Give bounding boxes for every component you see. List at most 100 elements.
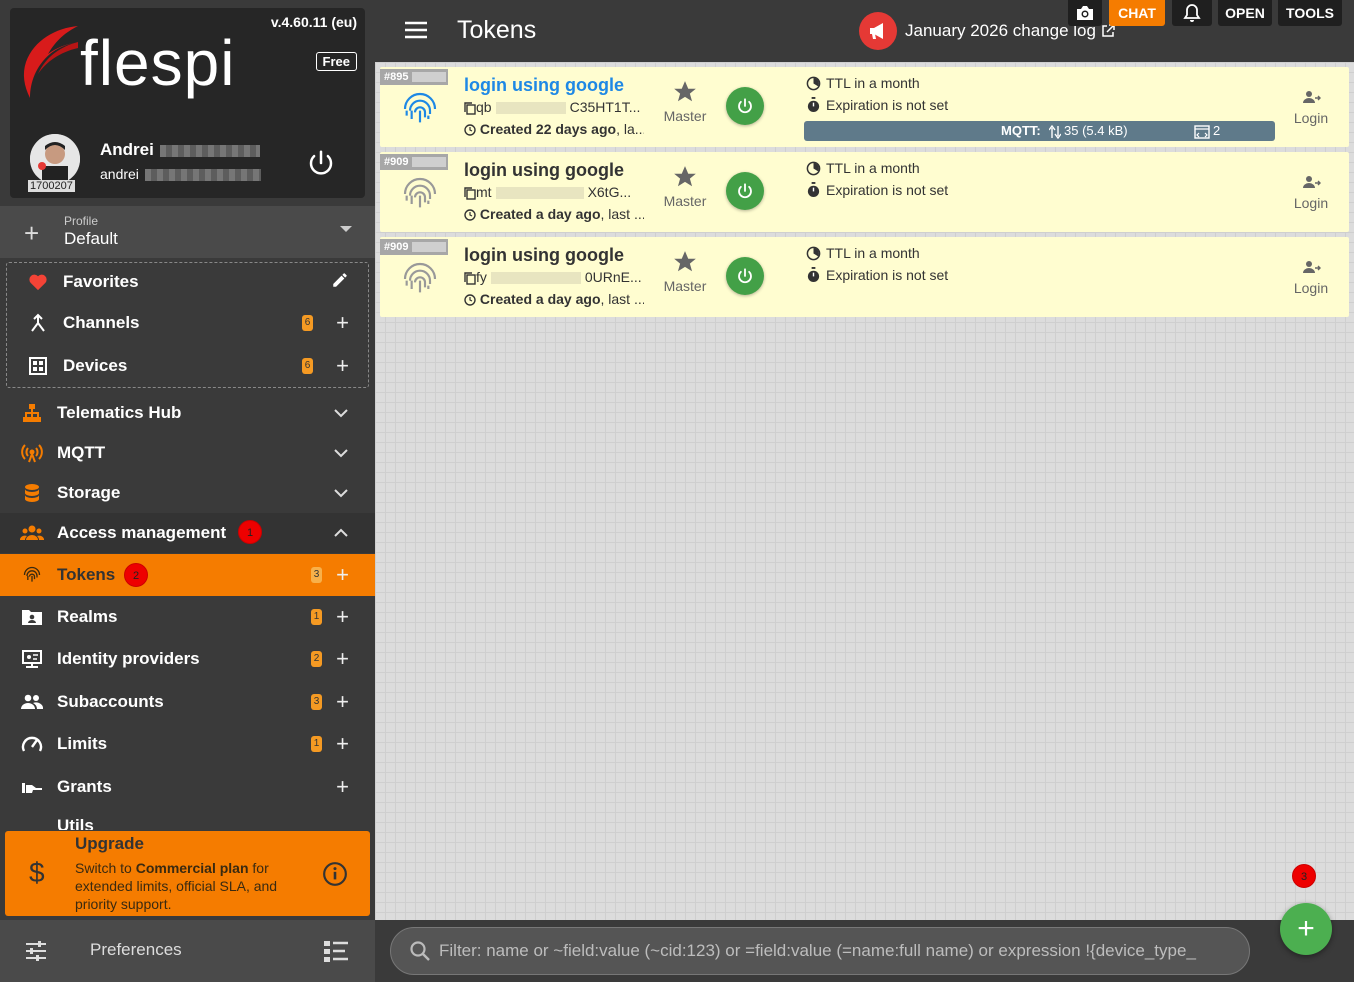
list-view-icon[interactable] xyxy=(323,940,349,962)
add-grant-button[interactable]: + xyxy=(336,774,349,800)
stopwatch-icon xyxy=(807,97,820,113)
redacted-key xyxy=(490,272,581,285)
mqtt-sessions: 2 xyxy=(1213,123,1221,138)
sidebar-item-favorites[interactable]: Favorites xyxy=(0,262,375,302)
filter-input[interactable] xyxy=(439,941,1239,961)
preferences-label: Preferences xyxy=(90,940,182,959)
copy-icon[interactable] xyxy=(464,187,476,200)
chat-button[interactable]: CHAT xyxy=(1109,0,1165,26)
add-device-button[interactable]: + xyxy=(336,353,349,379)
chevron-down-icon[interactable] xyxy=(333,408,349,418)
add-token-button[interactable]: + xyxy=(336,562,349,588)
avatar[interactable] xyxy=(30,134,80,184)
sidebar-item-label: Subaccounts xyxy=(57,692,164,711)
hand-grant-icon xyxy=(20,775,44,799)
sidebar-item-channels[interactable]: Channels 6 + xyxy=(0,303,375,343)
power-icon xyxy=(738,98,752,114)
add-identity-provider-button[interactable]: + xyxy=(336,646,349,672)
chevron-down-icon[interactable] xyxy=(333,488,349,498)
add-channel-button[interactable]: + xyxy=(336,310,349,336)
token-enabled-toggle[interactable] xyxy=(726,172,764,210)
filter-box[interactable] xyxy=(390,927,1250,975)
fingerprint-icon xyxy=(403,92,437,123)
info-icon[interactable] xyxy=(322,861,348,887)
notifications-button[interactable] xyxy=(1172,0,1212,26)
copy-icon[interactable] xyxy=(464,102,476,115)
token-card[interactable]: #895 login using google qb C35HT1T... Cre… xyxy=(380,67,1349,147)
profile-label: Profile xyxy=(64,214,99,228)
edit-pencil-icon[interactable] xyxy=(331,269,349,295)
sidebar-item-identity-providers[interactable]: Identity providers 2 + xyxy=(0,639,375,679)
add-realm-button[interactable]: + xyxy=(336,604,349,630)
login-as-button[interactable]: Login xyxy=(1281,172,1341,211)
tools-button[interactable]: TOOLS xyxy=(1278,0,1342,26)
heart-icon xyxy=(26,270,50,294)
access-type: Master xyxy=(650,79,720,124)
sidebar: flespi v.4.60.11 (eu) Free 1700207 Andre… xyxy=(0,0,375,982)
sidebar-item-access-management[interactable]: Access management 1 xyxy=(0,513,375,553)
login-as-button[interactable]: Login xyxy=(1281,257,1341,296)
add-subaccount-button[interactable]: + xyxy=(336,689,349,715)
database-icon xyxy=(20,481,44,505)
sidebar-item-storage[interactable]: Storage xyxy=(0,473,375,513)
ttl-text: TTL in a month xyxy=(826,160,920,176)
mqtt-stats-bar[interactable]: MQTT: 35 (5.4 kB) 2 xyxy=(804,121,1275,141)
sliders-icon[interactable] xyxy=(24,940,48,962)
token-key[interactable]: qb C35HT1T... xyxy=(464,99,644,115)
upgrade-banner[interactable]: $ Upgrade Switch to Commercial plan for … xyxy=(5,831,370,916)
token-key[interactable]: mt X6tG... xyxy=(464,184,644,200)
user-name-text: Andrei xyxy=(100,140,154,159)
profile-value: Default xyxy=(64,229,118,248)
chevron-down-icon[interactable] xyxy=(333,448,349,458)
top-bar: Tokens January 2026 change log CHAT OPEN… xyxy=(375,0,1354,62)
sidebar-item-subaccounts[interactable]: Subaccounts 3 + xyxy=(0,682,375,722)
ttl-clock-icon xyxy=(806,161,821,175)
copy-icon[interactable] xyxy=(464,272,476,285)
token-enabled-toggle[interactable] xyxy=(726,87,764,125)
sidebar-item-mqtt[interactable]: MQTT xyxy=(0,433,375,473)
hamburger-menu-icon[interactable] xyxy=(403,20,429,40)
fingerprint-icon xyxy=(20,563,44,587)
ttl-clock-icon xyxy=(806,76,821,90)
token-card[interactable]: #909 login using google mt X6tG... Create… xyxy=(380,152,1349,232)
sidebar-item-telematics-hub[interactable]: Telematics Hub xyxy=(0,393,375,433)
token-key[interactable]: fy 0URnE... xyxy=(464,269,644,285)
plan-badge[interactable]: Free xyxy=(315,52,357,71)
caret-down-icon[interactable] xyxy=(339,224,353,234)
chevron-up-icon[interactable] xyxy=(333,528,349,538)
channels-merge-icon xyxy=(26,311,50,335)
created-rest: , last ... xyxy=(600,206,645,222)
clock-icon xyxy=(464,124,476,136)
login-label: Login xyxy=(1293,280,1329,296)
add-limit-button[interactable]: + xyxy=(336,731,349,757)
token-id-text: #895 xyxy=(384,71,409,84)
token-enabled-toggle[interactable] xyxy=(726,257,764,295)
add-token-fab[interactable]: + xyxy=(1280,903,1332,955)
sidebar-item-grants[interactable]: Grants + xyxy=(0,767,375,807)
token-name[interactable]: login using google xyxy=(464,245,624,266)
count-badge: 1 xyxy=(311,736,322,752)
screenshot-button[interactable] xyxy=(1068,0,1102,26)
gauge-icon xyxy=(20,732,44,756)
sidebar-item-devices[interactable]: Devices 6 + xyxy=(0,346,375,386)
version-label: v.4.60.11 (eu) xyxy=(270,14,357,30)
sidebar-item-limits[interactable]: Limits 1 + xyxy=(0,724,375,764)
token-name-link[interactable]: login using google xyxy=(464,75,624,96)
token-key-end: 0URnE... xyxy=(584,269,642,285)
login-user-icon xyxy=(1303,261,1321,273)
created-bold: Created a day ago xyxy=(479,206,601,222)
token-card[interactable]: #909 login using google fy 0URnE... Creat… xyxy=(380,237,1349,317)
sidebar-item-label: Channels xyxy=(63,313,140,332)
add-profile-icon[interactable]: + xyxy=(24,218,39,249)
sidebar-item-realms[interactable]: Realms 1 + xyxy=(0,597,375,637)
login-as-button[interactable]: Login xyxy=(1281,87,1341,126)
preferences-bar[interactable]: Preferences xyxy=(0,920,375,982)
open-button[interactable]: OPEN xyxy=(1218,0,1272,26)
token-name[interactable]: login using google xyxy=(464,160,624,181)
logout-power-icon[interactable] xyxy=(306,148,336,178)
profile-selector[interactable]: + Profile Default xyxy=(0,206,375,258)
upgrade-plan-name: Commercial plan xyxy=(135,860,249,876)
sidebar-item-tokens[interactable]: Tokens 2 3 + xyxy=(0,554,375,596)
redacted-id xyxy=(412,242,447,253)
sidebar-item-utils[interactable]: Utils xyxy=(0,808,375,830)
